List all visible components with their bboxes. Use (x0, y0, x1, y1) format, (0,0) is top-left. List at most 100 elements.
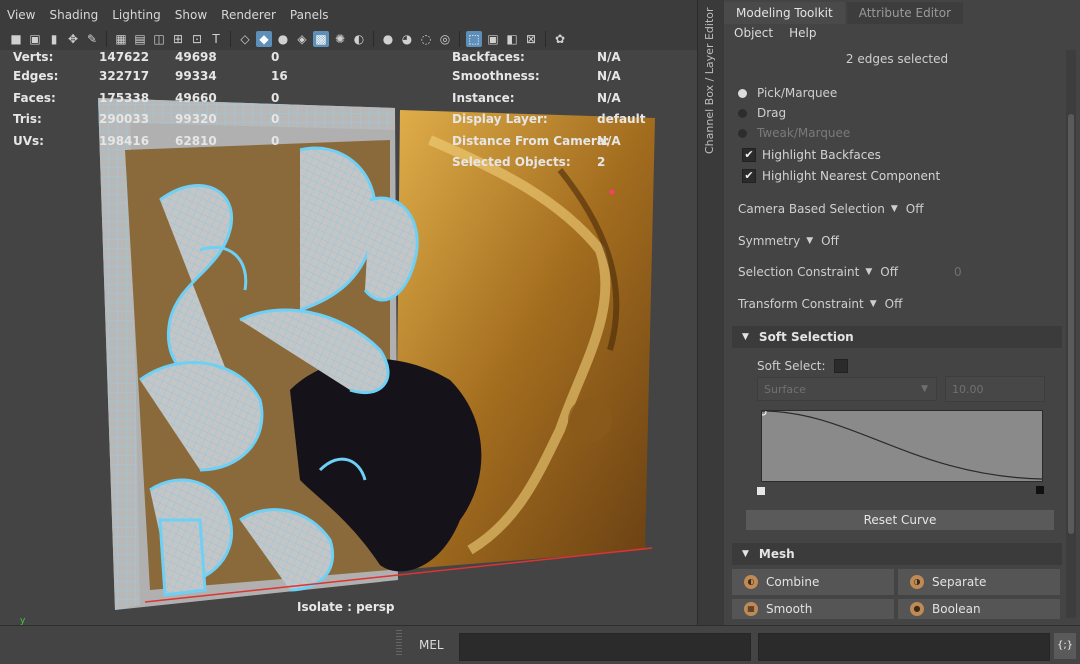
menu-help[interactable]: Help (789, 26, 816, 40)
separate-icon: ◑ (910, 575, 924, 589)
anti-alias-icon[interactable]: ◌ (418, 31, 434, 47)
curve-key-right[interactable] (1036, 486, 1044, 494)
script-editor-button[interactable]: {;} (1054, 633, 1076, 659)
pencil-icon[interactable]: ✎ (84, 31, 100, 47)
section-title: Soft Selection (758, 330, 854, 344)
falloff-curve-editor[interactable] (759, 408, 1043, 482)
separate-button[interactable]: ◑ Separate (898, 569, 1060, 595)
hud-label: Verts: (13, 50, 54, 64)
move-icon[interactable]: ✥ (65, 31, 81, 47)
combine-button[interactable]: ◐ Combine (732, 569, 894, 595)
ambient-occlusion-icon[interactable]: ● (380, 31, 396, 47)
hud-selected-objects: Selected Objects: 2 (452, 155, 605, 175)
falloff-mode-value: Surface (764, 382, 806, 396)
menu-show[interactable]: Show (168, 8, 214, 22)
xray-joints-icon[interactable]: ▣ (485, 31, 501, 47)
render-icon[interactable]: ✿ (552, 31, 568, 47)
radio-pick-marquee[interactable]: Pick/Marquee (738, 84, 837, 102)
safe-area-icon[interactable]: T (208, 31, 224, 47)
drag-grip-icon[interactable] (396, 630, 402, 656)
hud-value: 0 (271, 91, 280, 105)
hud-row-edges: Edges: 322717 99334 16 (13, 69, 288, 89)
textured-icon[interactable]: ◈ (294, 31, 310, 47)
viewport-panel[interactable]: View Shading Lighting Show Renderer Pane… (0, 0, 697, 636)
dropdown-arrow-icon[interactable]: ▼ (806, 236, 813, 246)
radio-tweak-marquee[interactable]: Tweak/Marquee (738, 124, 850, 142)
option-extra-value: 0 (953, 265, 962, 279)
film-gate-icon[interactable]: ⊞ (170, 31, 186, 47)
backface-icon[interactable]: ◧ (504, 31, 520, 47)
dropdown-arrow-icon[interactable]: ▼ (891, 204, 898, 214)
curve-key-left[interactable] (756, 486, 766, 496)
menu-renderer[interactable]: Renderer (214, 8, 283, 22)
image-plane-icon[interactable]: ▤ (132, 31, 148, 47)
panel-scrollbar-thumb[interactable] (1068, 114, 1074, 534)
hud-value: 0 (271, 50, 280, 64)
camera-icon[interactable]: ■ (8, 31, 24, 47)
xray-icon[interactable]: ◎ (437, 31, 453, 47)
camera-lock-icon[interactable]: ▣ (27, 31, 43, 47)
motion-blur-icon[interactable]: ◕ (399, 31, 415, 47)
collapse-arrow-icon: ▼ (742, 549, 749, 559)
shade-default-icon[interactable]: ● (275, 31, 291, 47)
modeling-toolkit-panel: Modeling Toolkit Attribute Editor Object… (724, 0, 1080, 625)
boolean-button[interactable]: ● Boolean (898, 599, 1060, 619)
section-mesh[interactable]: ▼ Mesh (732, 543, 1062, 565)
radio-off-icon (738, 108, 747, 118)
option-value: Off (821, 234, 839, 248)
boolean-icon: ● (910, 602, 924, 616)
button-label: Combine (766, 575, 820, 589)
menu-lighting[interactable]: Lighting (105, 8, 168, 22)
dropdown-arrow-icon[interactable]: ▼ (865, 267, 872, 277)
grid-icon[interactable]: ▦ (113, 31, 129, 47)
falloff-mode-dropdown[interactable]: Surface ▼ (757, 377, 937, 401)
smooth-shade-icon[interactable]: ◆ (256, 31, 272, 47)
option-selection-constraint[interactable]: Selection Constraint ▼ Off 0 (738, 263, 962, 281)
soft-select-toggle[interactable]: Soft Select: (757, 359, 848, 373)
bookmark-icon[interactable]: ▮ (46, 31, 62, 47)
menu-shading[interactable]: Shading (42, 8, 105, 22)
3d-scene[interactable]: Verts: 147622 49698 0 Edges: 322717 9933… (0, 50, 697, 636)
menu-panels[interactable]: Panels (283, 8, 336, 22)
option-transform-constraint[interactable]: Transform Constraint ▼ Off (738, 295, 902, 313)
hud-label: Faces: (13, 91, 56, 105)
falloff-radius-field[interactable]: 10.00 (945, 376, 1045, 402)
hud-value: 175338 (99, 91, 150, 105)
reset-curve-button[interactable]: Reset Curve (746, 510, 1054, 530)
2d-pan-icon[interactable]: ◫ (151, 31, 167, 47)
hud-value: N/A (597, 134, 621, 148)
option-label: Transform Constraint (738, 297, 864, 311)
tab-attribute-editor[interactable]: Attribute Editor (846, 2, 964, 24)
option-symmetry[interactable]: Symmetry ▼ Off (738, 232, 839, 250)
toolbar-separator (545, 31, 546, 47)
menu-view[interactable]: View (0, 8, 42, 22)
viewport-menubar: View Shading Lighting Show Renderer Pane… (0, 4, 336, 26)
tab-modeling-toolkit[interactable]: Modeling Toolkit (724, 2, 845, 24)
isolate-select-icon[interactable]: ⬚ (466, 31, 482, 47)
shadows-icon[interactable]: ◐ (351, 31, 367, 47)
section-soft-selection[interactable]: ▼ Soft Selection (732, 326, 1062, 348)
grid-toggle-icon[interactable]: ⊠ (523, 31, 539, 47)
hud-value: 2 (597, 155, 606, 169)
channel-box-tab[interactable]: Channel Box / Layer Editor (703, 7, 719, 154)
menu-object[interactable]: Object (734, 26, 773, 40)
checkbox-highlight-nearest[interactable]: ✔ Highlight Nearest Component (742, 167, 940, 185)
lights-icon[interactable]: ✺ (332, 31, 348, 47)
option-camera-based-selection[interactable]: Camera Based Selection ▼ Off (738, 200, 924, 218)
section-title: Mesh (758, 547, 795, 561)
option-label: Camera Based Selection (738, 202, 885, 216)
mel-command-input[interactable] (459, 633, 751, 661)
radio-on-icon (738, 88, 747, 98)
checkbox-highlight-backfaces[interactable]: ✔ Highlight Backfaces (742, 146, 881, 164)
mel-language-toggle[interactable]: MEL (419, 638, 444, 652)
wireframe-on-shaded-icon[interactable]: ▩ (313, 31, 329, 47)
hud-value: 99334 (175, 69, 217, 83)
smooth-button[interactable]: ▦ Smooth (732, 599, 894, 619)
hud-value: 99320 (175, 112, 217, 126)
resolution-gate-icon[interactable]: ⊡ (189, 31, 205, 47)
radio-drag[interactable]: Drag (738, 104, 786, 122)
soft-select-checkbox[interactable] (833, 359, 848, 373)
dropdown-arrow-icon[interactable]: ▼ (870, 299, 877, 309)
wireframe-icon[interactable]: ◇ (237, 31, 253, 47)
hud-label: Edges: (13, 69, 59, 83)
